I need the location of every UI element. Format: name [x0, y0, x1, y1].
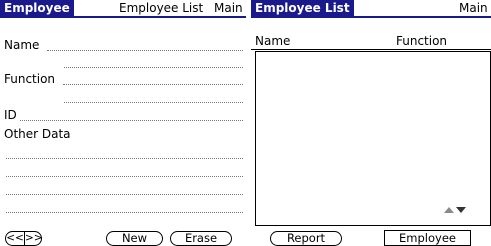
title-bar-rule: [0, 16, 246, 18]
id-field[interactable]: [20, 120, 243, 121]
employee-table[interactable]: [255, 51, 491, 226]
function-field-line-2[interactable]: [64, 102, 243, 103]
new-button[interactable]: New: [106, 231, 163, 246]
function-field[interactable]: [63, 84, 243, 85]
employee-list-screen: Employee List Main Name Function Report …: [251, 0, 491, 246]
other-data-line-4[interactable]: [6, 212, 243, 213]
employee-form-screen: Employee Employee List Main Name Functio…: [0, 0, 246, 246]
next-record-button[interactable]: >>: [25, 232, 43, 245]
menu-employee-list[interactable]: Employee List: [119, 1, 203, 16]
header-divider: [251, 49, 491, 50]
name-field[interactable]: [47, 50, 243, 51]
form-title-tab[interactable]: Employee: [0, 0, 74, 16]
scroll-up-icon[interactable]: [444, 207, 454, 213]
other-data-line-2[interactable]: [6, 176, 243, 177]
other-data-line-3[interactable]: [6, 194, 243, 195]
other-data-label: Other Data: [4, 127, 71, 141]
list-title-tab[interactable]: Employee List: [251, 0, 354, 16]
name-label: Name: [4, 38, 40, 52]
title-bar-rule: [251, 16, 491, 18]
id-label: ID: [4, 108, 17, 122]
scroll-down-icon[interactable]: [456, 207, 466, 213]
menu-main[interactable]: Main: [459, 1, 488, 16]
erase-button[interactable]: Erase: [170, 231, 232, 246]
name-field-line-2[interactable]: [64, 67, 243, 68]
other-data-line-1[interactable]: [6, 158, 243, 159]
column-header-name[interactable]: Name: [255, 34, 290, 48]
report-button[interactable]: Report: [270, 231, 342, 246]
employee-button[interactable]: Employee: [384, 230, 471, 246]
column-header-function[interactable]: Function: [396, 34, 447, 48]
menu-main[interactable]: Main: [214, 1, 243, 16]
function-label: Function: [4, 72, 56, 86]
previous-record-button[interactable]: <<: [6, 232, 24, 245]
record-nav-buttons: << >>: [5, 231, 43, 246]
